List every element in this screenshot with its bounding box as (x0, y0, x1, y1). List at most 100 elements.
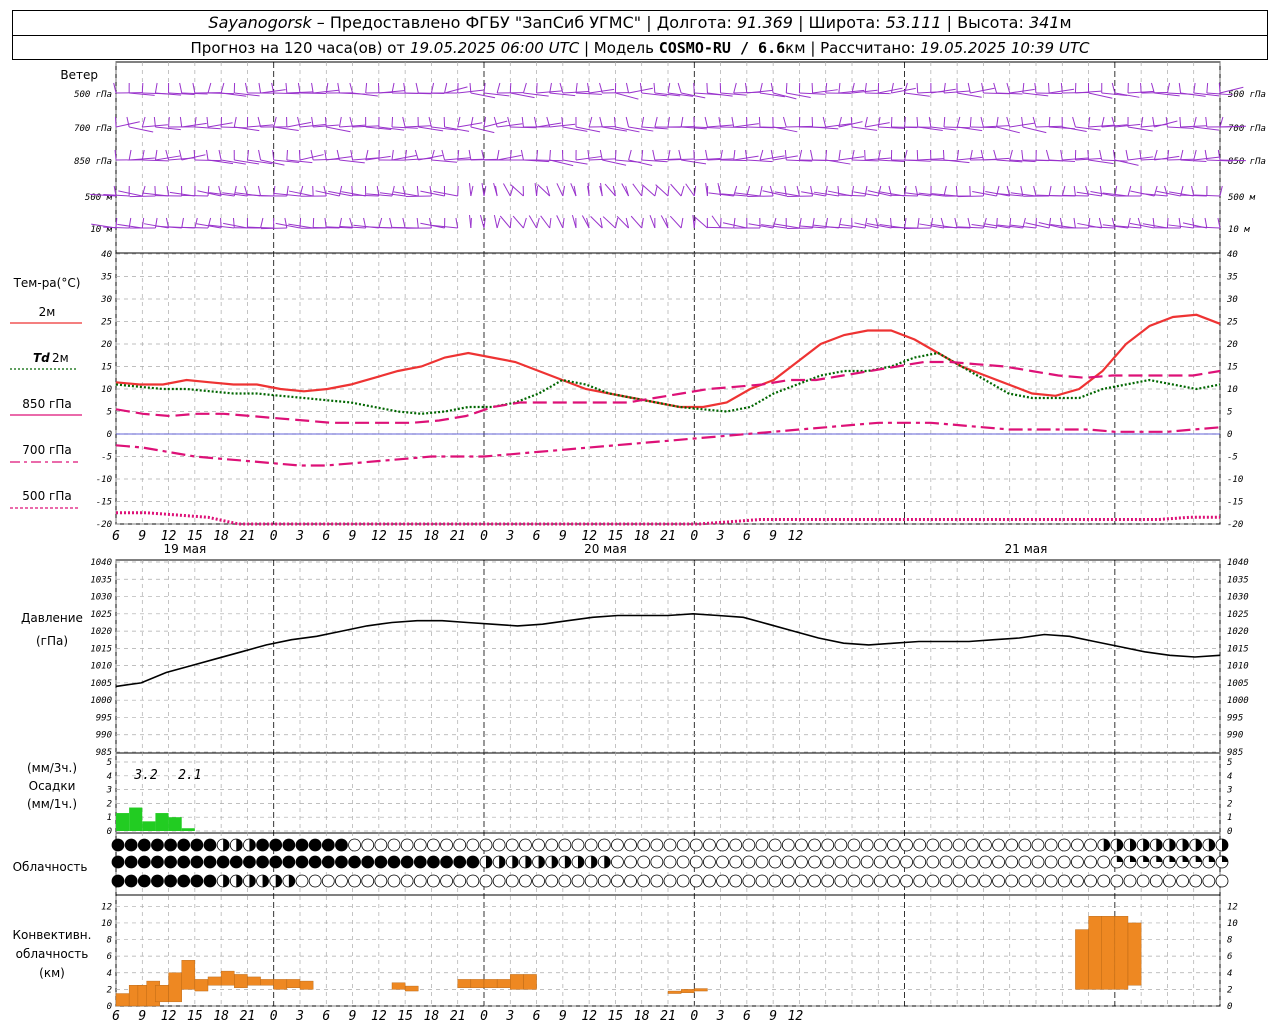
cloud-symbol (795, 838, 808, 852)
wind-barb-flag (904, 82, 908, 94)
wind-barb-flag (810, 149, 814, 161)
wind-barb-flag (784, 149, 787, 161)
wind-barb-flag (1206, 82, 1209, 94)
wind-barb-flag (680, 217, 684, 229)
wind-barb-flag (1034, 82, 1037, 94)
wind-barb (694, 216, 708, 229)
cloud-symbol (374, 838, 388, 852)
hour-label-top: 6 (533, 529, 541, 544)
wind-barb (129, 126, 154, 133)
prec-tick-right: 2 (1227, 799, 1232, 809)
wind-barb-flag (1085, 185, 1090, 197)
wind-barb (891, 87, 916, 94)
wind-barb-flag (1061, 185, 1066, 197)
cloud-symbol-fill (177, 839, 190, 851)
temp-tick-left: 20 (101, 340, 112, 350)
temp-tick-right: 25 (1227, 318, 1238, 328)
wind-barb-flag (942, 149, 945, 161)
cloud-symbol-fill (243, 856, 256, 868)
prec-tick-right: 1 (1227, 813, 1232, 823)
conv-bar (404, 985, 419, 992)
wind-barb (1127, 126, 1153, 132)
wind-barb-flag (126, 116, 130, 128)
wind-barb-flag (297, 116, 301, 128)
wind-barb-flag (338, 116, 342, 128)
wind-barb-flag (1178, 82, 1182, 94)
wind-barb-flag (639, 82, 643, 94)
cloud-symbol-fill (453, 856, 466, 868)
cloud-symbol (427, 838, 440, 852)
cloud-symbol (545, 874, 559, 888)
wind-barb-flag (178, 149, 183, 161)
wind-level-right: 850 гПа (1228, 157, 1266, 167)
cloud-symbol (1215, 874, 1229, 888)
cloud-symbol (505, 838, 519, 852)
wind-barb-flag (536, 217, 540, 229)
cloud-symbol-fill (335, 839, 348, 851)
wind-barb-flag (758, 116, 761, 128)
wind-barb-flag (916, 82, 919, 94)
cloud-symbol (716, 855, 729, 869)
pres-tick-left: 1010 (90, 662, 112, 672)
legend-t2m: 2м (39, 305, 56, 319)
wind-barb-flag (154, 149, 158, 161)
cloud-symbol (703, 838, 716, 852)
cloud-symbol (716, 838, 729, 852)
cloud-symbol (689, 855, 703, 869)
cloud-symbol-fill (538, 856, 545, 868)
cloud-symbol-fill (112, 856, 124, 868)
wind-barb (1167, 126, 1194, 129)
wind-barb (497, 154, 522, 161)
hour-label-bottom: 3 (505, 1009, 514, 1024)
cloud-symbol (821, 838, 835, 852)
legend-t500: 500 гПа (22, 489, 71, 503)
hour-label-bottom: 3 (716, 1009, 725, 1024)
cloud-symbol-fill (1208, 839, 1215, 851)
wind-barb (1009, 88, 1035, 94)
cloud-symbol-fill (125, 875, 138, 887)
wind-barb (540, 215, 551, 229)
pres-tick-right: 1020 (1227, 627, 1249, 637)
wind-barb (142, 159, 169, 162)
cloud-symbol-fill (374, 856, 387, 868)
wind-barb (181, 154, 206, 161)
cloud-symbol (834, 874, 848, 888)
wind-barb-flag (1153, 149, 1158, 161)
cloud-symbol (952, 838, 966, 852)
wind-barb (1062, 194, 1089, 197)
cloud-symbol (611, 874, 624, 888)
cloud-symbol-fill (282, 839, 295, 851)
wind-title: Ветер (60, 68, 98, 82)
wind-barb-flag (837, 185, 840, 197)
cloud-symbol (755, 874, 769, 888)
wind-barb-flag (875, 217, 879, 229)
pres-tick-right: 995 (1227, 713, 1243, 723)
temp-tick-right: 0 (1227, 430, 1232, 440)
wind-barb (510, 184, 524, 197)
hour-label-bottom: 6 (743, 1009, 751, 1024)
wind-barb-flag (1045, 149, 1050, 161)
wind-barb-flag (206, 116, 209, 128)
cloud-symbol (558, 874, 572, 888)
temp-tick-right: 5 (1227, 408, 1232, 418)
wind-barb (420, 190, 445, 197)
wind-level-left: 700 гПа (74, 124, 112, 134)
hour-label-top: 12 (371, 529, 387, 544)
wind-barb-flag (493, 116, 498, 128)
hour-label-bottom: 21 (240, 1009, 256, 1024)
pres-tick-left: 985 (96, 748, 112, 758)
cloud-symbol-fill (1103, 839, 1110, 852)
wind-barb (273, 126, 299, 132)
cloud-symbol (440, 838, 453, 852)
conv-bar (1088, 916, 1102, 990)
cloud-symbol (926, 838, 940, 852)
wind-barb (641, 184, 656, 197)
pres-tick-right: 1030 (1227, 593, 1249, 603)
temp-tick-left: 40 (101, 250, 112, 260)
legend-td-b: 2м (52, 351, 69, 365)
hour-label-top: 12 (788, 529, 804, 544)
conv-bar (194, 979, 209, 992)
wind-barb-flag (258, 149, 262, 161)
wind-barb (943, 126, 970, 129)
pres-tick-left: 1035 (90, 575, 112, 585)
